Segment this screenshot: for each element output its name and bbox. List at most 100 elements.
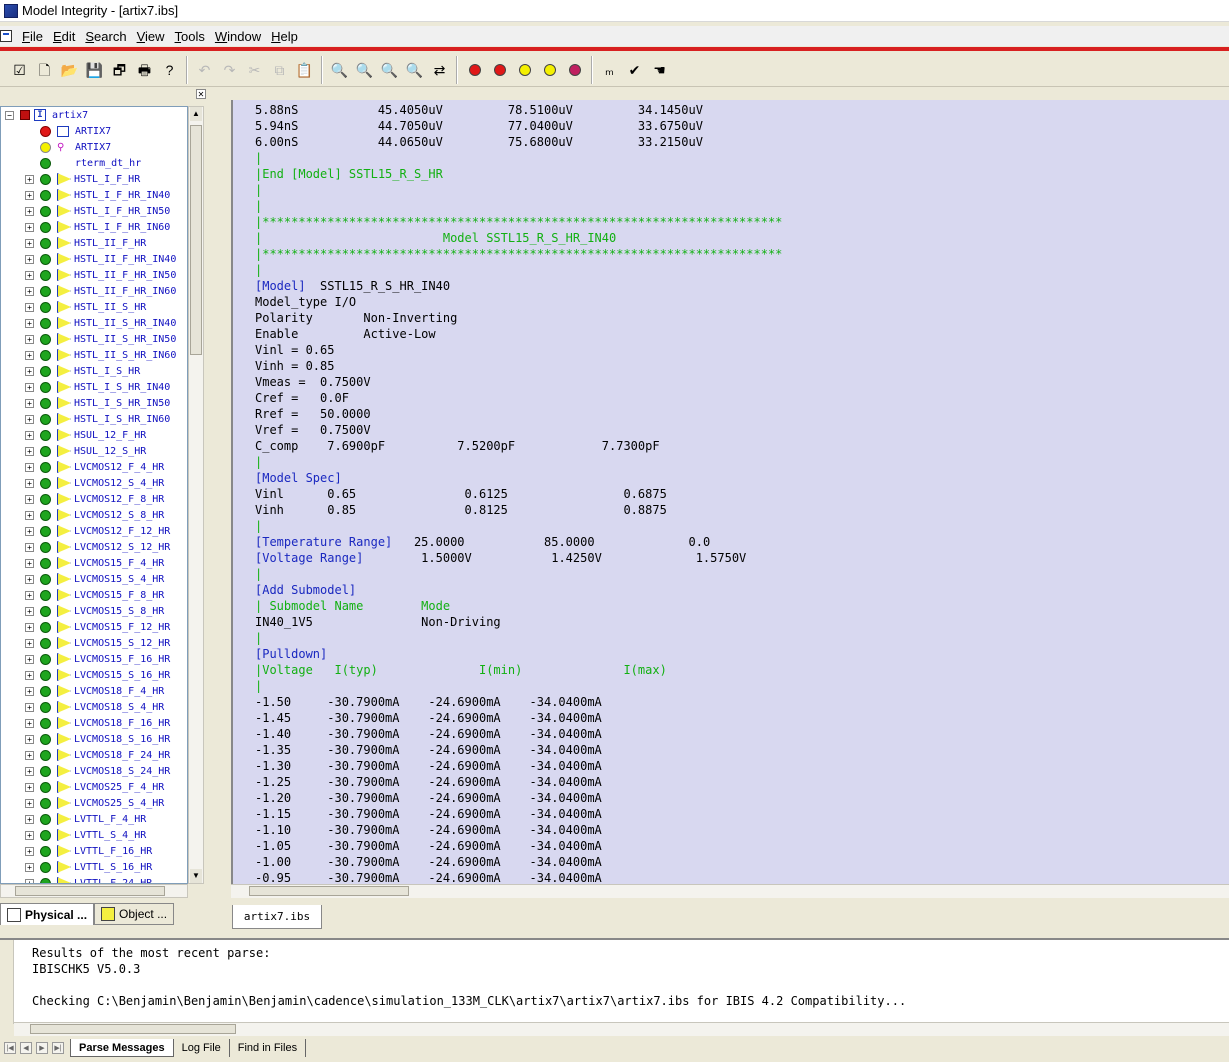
expand-icon[interactable]: + [25,798,34,808]
tree-item[interactable]: ⚲ ARTIX7 [1,139,187,155]
tab-log-file[interactable]: Log File [174,1039,230,1057]
tree-item[interactable]: + LVTTL_S_4_HR [1,827,187,843]
expand-icon[interactable]: + [25,366,34,376]
copy-icon[interactable]: ⧉ [267,58,292,82]
expand-icon[interactable]: + [25,686,34,696]
scroll-down-icon[interactable]: ▼ [190,869,202,883]
tree-item[interactable]: + LVCMOS18_F_24_HR [1,747,187,763]
replace-icon[interactable]: ⇄ [427,58,452,82]
tree-item[interactable]: + HSUL_12_F_HR [1,427,187,443]
tree-item[interactable]: + HSTL_I_S_HR_IN40 [1,379,187,395]
expand-icon[interactable]: + [25,750,34,760]
text-editor[interactable]: 5.88nS 45.4050uV 78.5100uV 34.1450uV 5.94… [231,100,1229,884]
yellow-marker-2-icon[interactable] [537,58,562,82]
cut-icon[interactable]: ✂ [242,58,267,82]
tree-item[interactable]: + LVCMOS18_S_24_HR [1,763,187,779]
tree-item[interactable]: + HSTL_I_F_HR_IN60 [1,219,187,235]
tree-item[interactable]: + LVCMOS12_F_8_HR [1,491,187,507]
expand-icon[interactable]: + [25,638,34,648]
tree-item[interactable]: + LVCMOS25_F_4_HR [1,779,187,795]
editor-horizontal-scrollbar[interactable] [231,884,1229,898]
expand-icon[interactable]: + [25,814,34,824]
find-icon[interactable]: 🔍 [327,58,352,82]
tree-item[interactable]: + LVCMOS15_F_8_HR [1,587,187,603]
output-horizontal-scrollbar[interactable] [14,1022,1229,1036]
tab-object[interactable]: Object ... [94,903,175,925]
tree-item[interactable]: + LVTTL_S_16_HR [1,859,187,875]
print-icon[interactable]: 🖶 [132,58,157,82]
save-all-icon[interactable]: 🗗 [107,58,132,82]
expand-icon[interactable]: + [25,606,34,616]
tree-item[interactable]: + HSTL_II_S_HR [1,299,187,315]
new-file-icon[interactable]: 🗋 [32,58,57,82]
tree-horizontal-scrollbar[interactable] [0,884,188,898]
expand-icon[interactable]: + [25,270,34,280]
red-marker-icon[interactable] [462,58,487,82]
menu-search[interactable]: Search [80,29,131,44]
check-model-icon[interactable]: ✔ [622,58,647,82]
tree-item[interactable]: + LVCMOS15_S_12_HR [1,635,187,651]
tree-item[interactable]: + LVCMOS15_F_12_HR [1,619,187,635]
tree-item[interactable]: + HSTL_II_F_HR_IN60 [1,283,187,299]
expand-icon[interactable]: + [25,574,34,584]
tree-item[interactable]: + LVTTL_F_24_HR [1,875,187,883]
red-marker-2-icon[interactable] [487,58,512,82]
save-icon[interactable]: 💾 [82,58,107,82]
tree-item[interactable]: + LVCMOS12_S_12_HR [1,539,187,555]
expand-icon[interactable]: + [25,862,34,872]
yellow-marker-icon[interactable] [512,58,537,82]
expand-icon[interactable]: + [25,670,34,680]
expand-icon[interactable]: + [25,782,34,792]
expand-icon[interactable]: + [25,174,34,184]
expand-icon[interactable]: + [25,494,34,504]
expand-icon[interactable]: + [25,382,34,392]
expand-icon[interactable]: + [25,254,34,264]
expand-icon[interactable]: + [25,302,34,312]
tree-item[interactable]: + LVCMOS18_F_4_HR [1,683,187,699]
expand-icon[interactable]: + [25,446,34,456]
prev-tab-icon[interactable]: ◀ [20,1042,32,1054]
tree-item[interactable]: + HSUL_12_S_HR [1,443,187,459]
tree-item[interactable]: + LVCMOS18_S_4_HR [1,699,187,715]
open-folder-icon[interactable]: 📂 [57,58,82,82]
expand-icon[interactable]: + [25,734,34,744]
undo-icon[interactable]: ↶ [192,58,217,82]
scroll-thumb[interactable] [190,125,202,355]
tree-item[interactable]: + HSTL_II_F_HR_IN40 [1,251,187,267]
tree-item[interactable]: + HSTL_II_S_HR_IN50 [1,331,187,347]
menu-window[interactable]: Window [210,29,266,44]
document-icon[interactable] [0,30,12,42]
tree-item[interactable]: + HSTL_I_F_HR_IN40 [1,187,187,203]
expand-icon[interactable]: + [25,702,34,712]
expand-icon[interactable]: + [25,510,34,520]
expand-icon[interactable]: + [25,622,34,632]
hand-icon[interactable]: ☚ [647,58,672,82]
menu-view[interactable]: View [132,29,170,44]
next-tab-icon[interactable]: ▶ [36,1042,48,1054]
expand-icon[interactable]: + [25,590,34,600]
tree-item[interactable]: + HSTL_II_S_HR_IN40 [1,315,187,331]
tree-item[interactable]: + LVTTL_F_16_HR [1,843,187,859]
tree-item[interactable]: + LVCMOS15_S_16_HR [1,667,187,683]
expand-icon[interactable]: + [25,558,34,568]
editor-content[interactable]: 5.88nS 45.4050uV 78.5100uV 34.1450uV 5.94… [255,102,782,884]
expand-icon[interactable]: + [25,398,34,408]
scroll-up-icon[interactable]: ▲ [190,107,202,121]
collapse-icon[interactable]: − [5,110,14,120]
expand-icon[interactable]: + [25,654,34,664]
redo-icon[interactable]: ↷ [217,58,242,82]
tree-item[interactable]: + LVCMOS15_S_4_HR [1,571,187,587]
menu-edit[interactable]: Edit [48,29,80,44]
expand-icon[interactable]: + [25,718,34,728]
expand-icon[interactable]: + [25,286,34,296]
clear-markers-icon[interactable] [562,58,587,82]
paste-icon[interactable]: 📋 [292,58,317,82]
tab-artix7-ibs[interactable]: artix7.ibs [232,905,322,929]
expand-icon[interactable]: + [25,462,34,472]
expand-icon[interactable]: + [25,190,34,200]
tree-item[interactable]: + HSTL_I_S_HR_IN50 [1,395,187,411]
expand-icon[interactable]: + [25,222,34,232]
scroll-thumb[interactable] [15,886,165,896]
expand-icon[interactable]: + [25,334,34,344]
menu-tools[interactable]: Tools [170,29,210,44]
